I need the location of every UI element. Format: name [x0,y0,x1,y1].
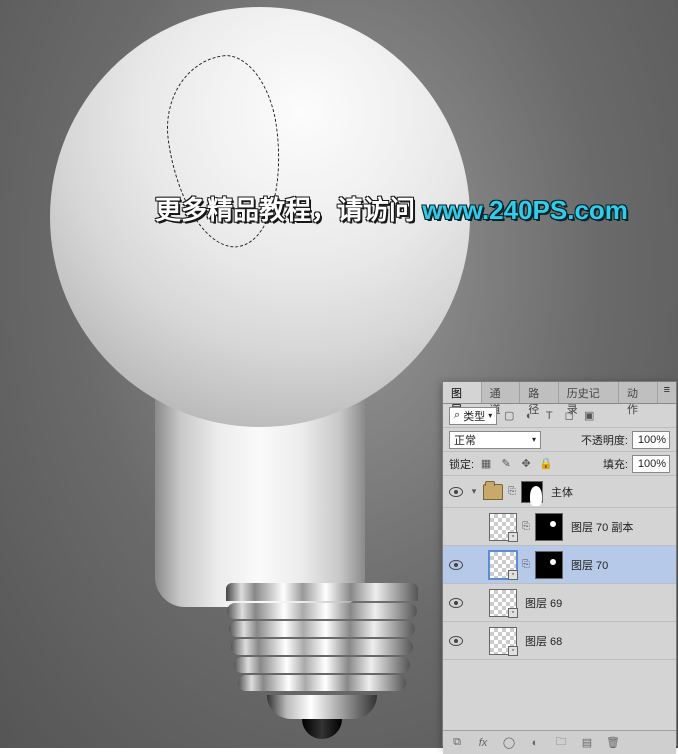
search-icon: ⌕ [454,409,460,422]
lock-position-icon[interactable]: ✥ [518,456,534,472]
tab-actions[interactable]: 动作 [619,382,658,403]
link-layers-icon[interactable]: ⧉ [449,735,465,751]
filter-row: ⌕ 类型 ▾ ▢ ◐ T ◻ ▣ [443,404,676,428]
lightbulb-artwork [50,7,470,747]
layer-mask-thumb[interactable] [535,513,563,541]
layers-panel: 图层 通道 路径 历史记录 动作 ≡ ⌕ 类型 ▾ ▢ ◐ T ◻ ▣ 正常 ▾… [442,381,677,746]
fx-icon[interactable]: fx [475,735,491,751]
layer-thumb[interactable]: ▫ [489,589,517,617]
group-name[interactable]: 主体 [551,484,573,500]
chevron-down-icon: ▾ [488,411,492,420]
watermark-url: www.240PS.com [422,195,628,225]
lock-row: 锁定: ▦ ✎ ✥ 🔒 填充: 100% [443,452,676,476]
chevron-down-icon: ▾ [532,435,536,444]
layer-name[interactable]: 图层 68 [525,633,562,649]
filter-kind-select[interactable]: ⌕ 类型 ▾ [449,407,497,425]
tab-layers[interactable]: 图层 [443,382,482,403]
filter-smart-icon[interactable]: ▣ [581,408,597,424]
panel-menu-icon[interactable]: ≡ [658,382,676,403]
visibility-eye-icon[interactable] [449,560,463,570]
layer-name[interactable]: 图层 70 [571,557,608,573]
layer-name[interactable]: 图层 70 副本 [571,519,633,535]
layer-row-68[interactable]: ▫ 图层 68 [443,622,676,660]
delete-layer-icon[interactable]: 🗑 [605,735,621,751]
fill-input[interactable]: 100% [632,455,670,473]
new-fill-adjustment-icon[interactable]: ◐ [527,735,543,751]
new-group-icon[interactable]: 🗀 [553,735,569,751]
group-mask-thumb[interactable] [521,481,543,503]
tab-channels[interactable]: 通道 [482,382,521,403]
bulb-screw-base [226,583,418,723]
canvas-area[interactable]: 更多精品教程，请访问 www.240PS.com 图层 通道 路径 历史记录 动… [0,0,678,748]
tab-history[interactable]: 历史记录 [559,382,619,403]
visibility-eye-icon[interactable] [449,598,463,608]
add-mask-icon[interactable]: ◯ [501,735,517,751]
blend-row: 正常 ▾ 不透明度: 100% [443,428,676,452]
lock-image-icon[interactable]: ✎ [498,456,514,472]
watermark-cn: 更多精品教程，请访问 [155,195,422,225]
disclosure-triangle-icon[interactable]: ▾ [469,486,479,497]
opacity-label: 不透明度: [581,432,628,448]
visibility-eye-icon[interactable] [449,636,463,646]
layer-row-70[interactable]: ▫ ⎘ 图层 70 [443,546,676,584]
new-layer-icon[interactable]: ▤ [579,735,595,751]
fill-value: 100% [638,458,666,470]
watermark-text: 更多精品教程，请访问 www.240PS.com [155,190,600,227]
link-icon: ⎘ [521,521,531,532]
panel-footer: ⧉ fx ◯ ◐ 🗀 ▤ 🗑 [443,730,676,754]
layer-row-70-copy[interactable]: ▫ ⎘ 图层 70 副本 [443,508,676,546]
opacity-input[interactable]: 100% [632,431,670,449]
link-icon: ⎘ [521,559,531,570]
link-icon: ⎘ [507,486,517,497]
layers-list: ▾ ⎘ 主体 ▫ ⎘ 图层 70 副本 ▫ ⎘ [443,476,676,730]
filter-text-icon[interactable]: T [541,408,557,424]
filter-kind-label: 类型 [463,408,485,424]
layer-row-69[interactable]: ▫ 图层 69 [443,584,676,622]
lock-all-icon[interactable]: 🔒 [538,456,554,472]
blend-mode-value: 正常 [454,432,476,448]
blend-mode-select[interactable]: 正常 ▾ [449,431,541,449]
visibility-eye-icon[interactable] [449,487,463,497]
layer-name[interactable]: 图层 69 [525,595,562,611]
layer-group-main[interactable]: ▾ ⎘ 主体 [443,476,676,508]
filter-shape-icon[interactable]: ◻ [561,408,577,424]
tab-paths[interactable]: 路径 [520,382,559,403]
folder-icon [483,484,503,500]
layer-mask-thumb[interactable] [535,551,563,579]
panel-tabs: 图层 通道 路径 历史记录 动作 ≡ [443,382,676,404]
lock-transparent-icon[interactable]: ▦ [478,456,494,472]
opacity-value: 100% [638,434,666,446]
layer-thumb[interactable]: ▫ [489,551,517,579]
fill-label: 填充: [603,456,628,472]
lock-label: 锁定: [449,456,474,472]
filter-adjust-icon[interactable]: ◐ [521,408,537,424]
filter-pixel-icon[interactable]: ▢ [501,408,517,424]
layer-thumb[interactable]: ▫ [489,627,517,655]
layer-thumb[interactable]: ▫ [489,513,517,541]
